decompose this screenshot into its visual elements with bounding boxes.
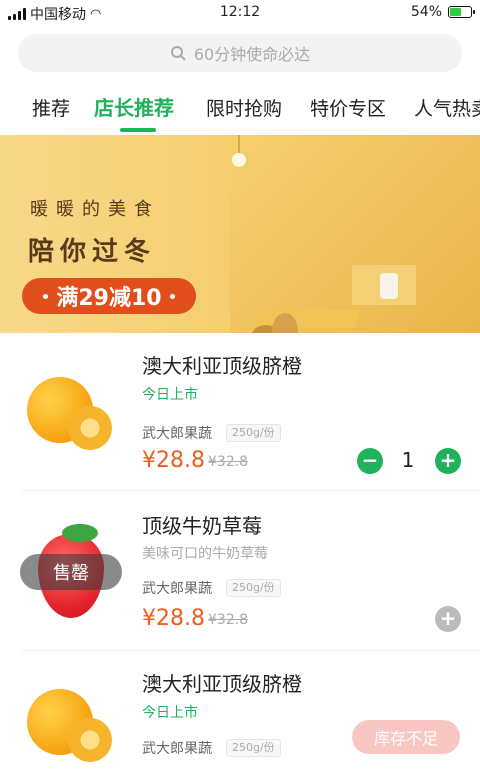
shop-name: 武大郎果蔬 [142, 581, 212, 597]
search-placeholder: 60分钟使命必达 [193, 45, 311, 64]
product-name[interactable]: 澳大利亚顶级脐橙 [142, 350, 302, 379]
tab-popular[interactable]: 人气热卖 [414, 94, 480, 121]
original-price: ¥32.8 [208, 612, 249, 628]
original-price: ¥32.8 [208, 454, 249, 470]
promo-badge: 满29减10 [22, 278, 196, 314]
product-name[interactable]: 澳大利亚顶级脐橙 [142, 668, 302, 697]
plus-button[interactable]: + [435, 448, 461, 474]
unit-badge: 250g/份 [226, 424, 281, 442]
banner-line1: 暖暖的美食 [30, 199, 160, 220]
unit-badge: 250g/份 [226, 579, 281, 597]
sold-out-badge: 售罄 [20, 554, 122, 590]
product-tag: 美味可口的牛奶草莓 [142, 546, 268, 562]
plus-button-disabled[interactable]: + [435, 606, 461, 632]
quantity-value: 1 [401, 448, 415, 472]
minus-button[interactable]: − [357, 448, 383, 474]
status-bar: 中国移动 ◠ 12:12 54% [0, 0, 480, 26]
product-tag: 今日上市 [142, 387, 198, 403]
lamp-decoration [232, 153, 246, 167]
battery-percent: 54% [410, 4, 442, 20]
battery-icon [448, 6, 475, 18]
product-image-orange[interactable] [22, 684, 114, 776]
product-image-orange[interactable] [22, 372, 114, 464]
product-tag: 今日上市 [142, 705, 198, 721]
tab-manager-picks[interactable]: 店长推荐 [94, 92, 174, 121]
active-tab-indicator [120, 128, 156, 132]
out-of-stock-button[interactable]: 库存不足 [352, 720, 460, 754]
bottle-decoration [380, 273, 398, 299]
unit-badge: 250g/份 [226, 739, 281, 757]
clock: 12:12 [219, 4, 261, 20]
category-tabs: 推荐 店长推荐 限时抢购 特价专区 人气热卖 [0, 88, 480, 132]
tab-recommend[interactable]: 推荐 [32, 94, 70, 121]
search-bar[interactable]: 60分钟使命必达 [18, 34, 462, 72]
banner-line2: 陪你过冬 [28, 237, 157, 267]
shop-name: 武大郎果蔬 [142, 426, 212, 442]
product-price: ¥28.8 [142, 448, 205, 473]
search-icon [170, 46, 186, 61]
tab-specials[interactable]: 特价专区 [310, 94, 386, 121]
product-price: ¥28.8 [142, 606, 205, 631]
tab-flash-sale[interactable]: 限时抢购 [206, 94, 282, 121]
product-name[interactable]: 顶级牛奶草莓 [142, 510, 262, 539]
shop-name: 武大郎果蔬 [142, 741, 212, 757]
